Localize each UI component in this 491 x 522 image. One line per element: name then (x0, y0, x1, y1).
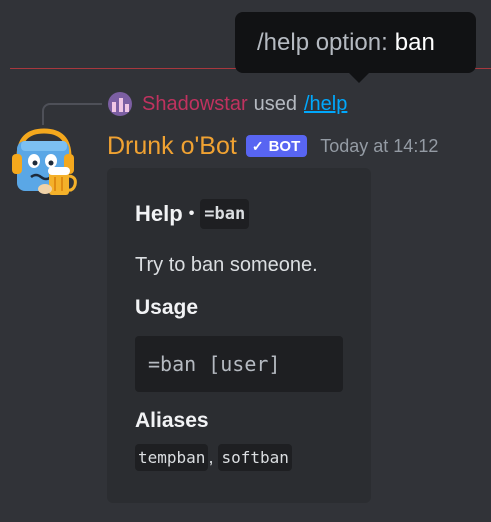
tooltip-value: ban (394, 28, 435, 56)
field-aliases-name: Aliases (135, 409, 209, 432)
bot-avatar-icon[interactable] (9, 127, 79, 200)
usage-code-block: =ban [user] (135, 336, 343, 392)
reply-used-text: used (253, 92, 297, 115)
reply-username[interactable]: Shadowstar (142, 93, 248, 116)
field-usage-name: Usage (135, 296, 199, 319)
bot-tag-label: BOT (268, 137, 301, 155)
tooltip-prefix: /help option: (257, 28, 388, 56)
aliases-list: tempban , softban (135, 444, 292, 471)
message-timestamp[interactable]: Today at 14:12 (320, 136, 438, 157)
user-avatar-icon[interactable] (108, 92, 132, 116)
embed-title-separator: • (188, 205, 195, 222)
alias-item: softban (218, 444, 292, 471)
reply-command-link[interactable]: /help (304, 93, 347, 116)
author-name[interactable]: Drunk o'Bot (107, 132, 237, 161)
checkmark-icon: ✓ (251, 137, 264, 154)
alias-item: tempban (135, 444, 209, 471)
message-header: Drunk o'Bot ✓ BOT Today at 14:12 (107, 131, 438, 161)
chat-view: /help option: ban Shadowstar used /help (0, 0, 491, 522)
command-option-tooltip: /help option: ban (235, 12, 476, 73)
alias-separator: , (208, 447, 214, 467)
bot-tag: ✓ BOT (245, 135, 308, 157)
embed-title-text: Help (135, 201, 183, 226)
reply-context[interactable]: Shadowstar used /help (108, 91, 347, 117)
embed-description: Try to ban someone. (135, 254, 318, 276)
reply-spine (42, 103, 102, 125)
embed-title: Help • =ban (135, 199, 250, 229)
embed-title-code: =ban (200, 199, 250, 229)
help-embed: Help • =ban Try to ban someone. Usage =b… (107, 168, 371, 503)
tooltip-arrow (349, 73, 369, 83)
